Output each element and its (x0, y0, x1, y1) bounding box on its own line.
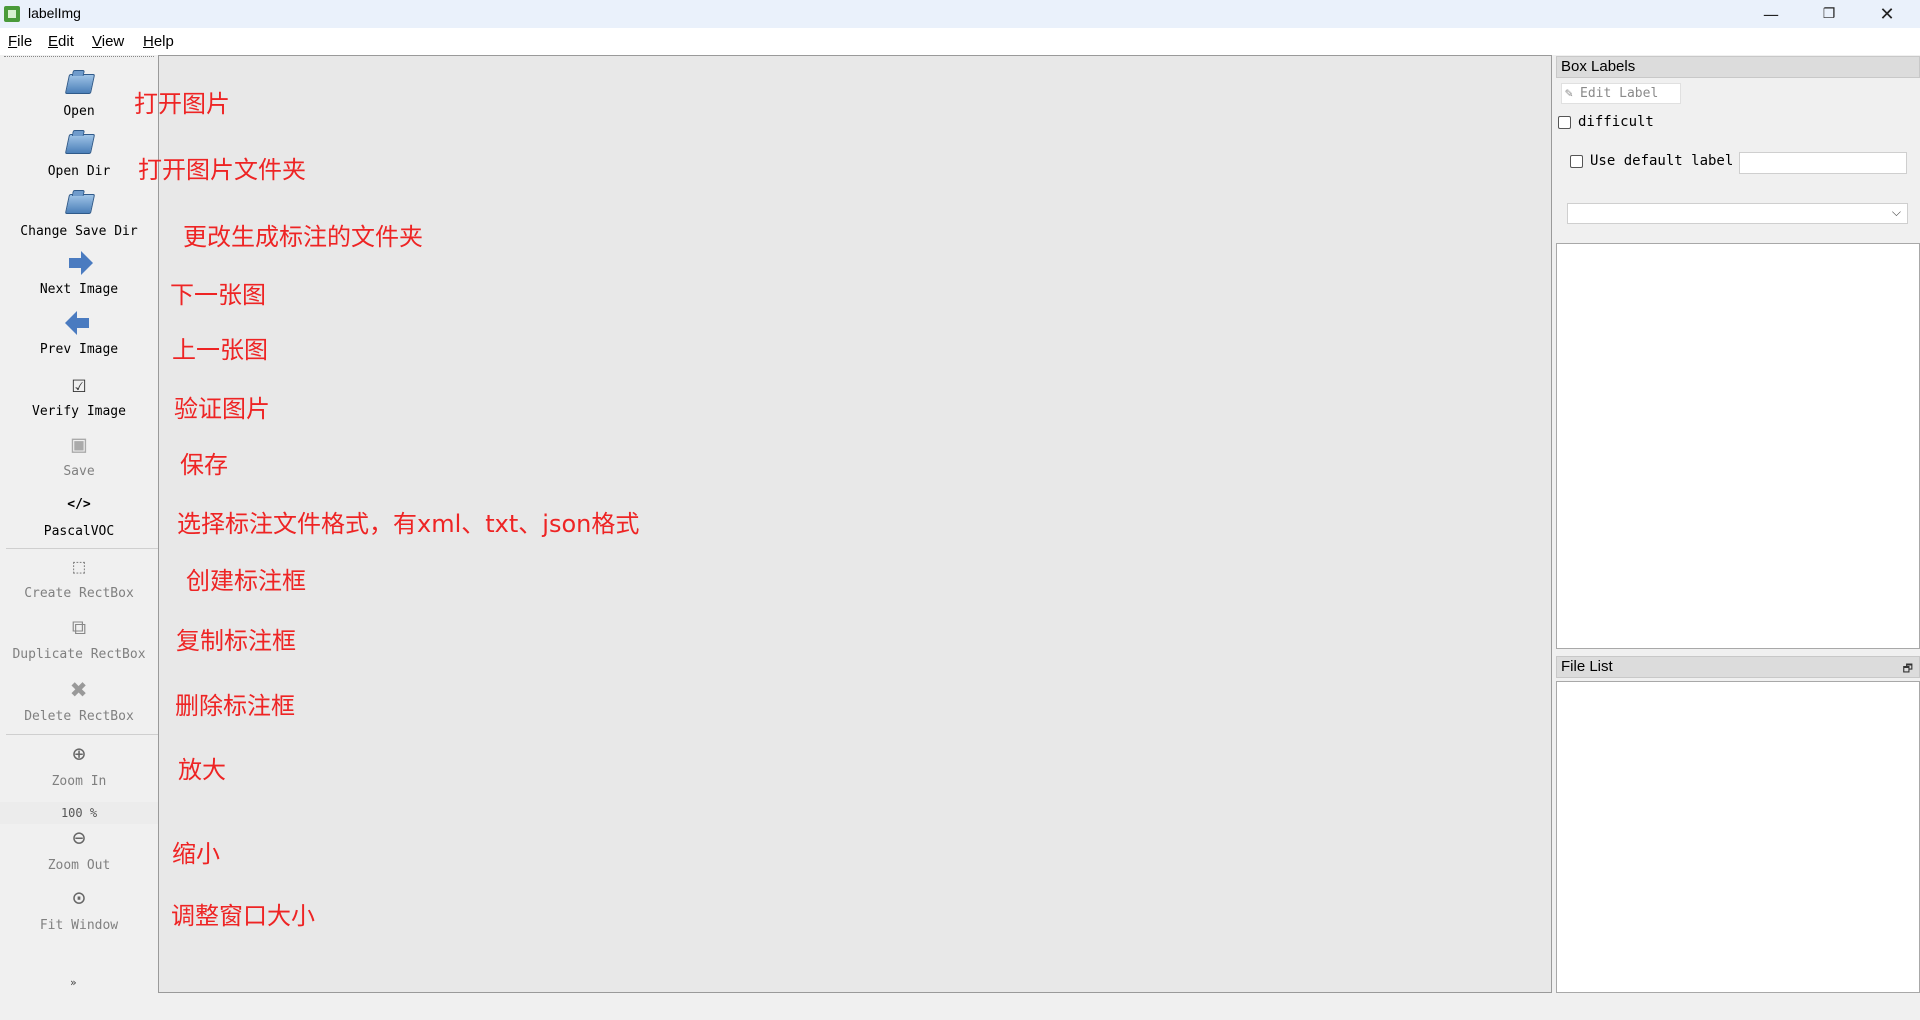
edit-label-button[interactable]: Edit Label (1561, 83, 1681, 104)
annotation-delete-rectbox: 删除标注框 (175, 692, 295, 720)
left-toolbar: Open Open Dir Change Save Dir Next Image… (0, 58, 158, 993)
annotation-zoom-out: 缩小 (172, 840, 220, 868)
prev-image-button[interactable]: Prev Image (0, 306, 158, 357)
toolbar-extension-button[interactable]: » (70, 976, 77, 989)
annotation-format: 选择标注文件格式，有xml、txt、json格式 (177, 510, 640, 538)
zoom-in-button[interactable]: ⊕ Zoom In (0, 738, 158, 790)
checkbox-icon: ☑ (71, 370, 87, 398)
file-list-title[interactable]: File List 🗗 (1556, 656, 1920, 678)
zoom-out-label: Zoom Out (47, 858, 111, 873)
label-list[interactable] (1556, 243, 1920, 649)
change-save-dir-button[interactable]: Change Save Dir (0, 188, 158, 239)
labelimg-app-icon (4, 6, 20, 22)
status-bar (0, 994, 1920, 1020)
maximize-button[interactable]: ❐ (1800, 0, 1858, 28)
file-list[interactable] (1556, 681, 1920, 993)
annotation-duplicate-rectbox: 复制标注框 (176, 627, 296, 655)
code-icon: </> (67, 496, 91, 512)
annotation-fit-window: 调整窗口大小 (171, 902, 315, 930)
delete-rectbox-button[interactable]: ✖ Delete RectBox (0, 672, 158, 725)
fit-window-label: Fit Window (39, 918, 119, 933)
annotation-zoom-in: 放大 (178, 756, 226, 784)
menu-file[interactable]: File (8, 33, 32, 50)
arrow-left-icon (63, 306, 95, 338)
open-folder-icon (63, 188, 96, 220)
zoom-out-button[interactable]: ⊖ Zoom Out (0, 822, 158, 874)
verify-image-button[interactable]: ☑ Verify Image (0, 368, 158, 419)
change-save-dir-label: Change Save Dir (20, 224, 138, 239)
create-rectbox-label: Create RectBox (24, 586, 134, 601)
use-default-label-text: Use default label (1590, 153, 1734, 169)
create-rectbox-button[interactable]: ⬚ Create RectBox (0, 550, 158, 601)
label-combobox[interactable]: ⌵ (1567, 203, 1908, 224)
zoom-out-icon: ⊖ (72, 825, 86, 851)
open-dir-label: Open Dir (47, 164, 111, 179)
format-label: PascalVOC (43, 524, 115, 539)
annotation-open: 打开图片 (134, 90, 230, 118)
next-image-button[interactable]: Next Image (0, 246, 158, 297)
close-button[interactable]: ✕ (1858, 0, 1916, 28)
difficult-checkbox[interactable] (1558, 116, 1571, 129)
next-image-label: Next Image (39, 282, 119, 297)
annotation-open-dir: 打开图片文件夹 (138, 156, 306, 184)
window-title: labelImg (28, 5, 81, 21)
chevron-down-icon: ⌵ (1891, 205, 1901, 219)
zoom-value-spinbox[interactable]: 100 % (0, 802, 158, 824)
annotation-change-save-dir: 更改生成标注的文件夹 (183, 223, 423, 251)
delete-rectbox-label: Delete RectBox (24, 709, 134, 724)
zoom-in-icon: ⊕ (72, 741, 86, 767)
menu-view[interactable]: View (92, 33, 124, 50)
title-bar: labelImg — ❐ ✕ (0, 0, 1920, 28)
box-labels-title[interactable]: Box Labels (1556, 56, 1920, 78)
open-dir-button[interactable]: Open Dir (0, 128, 158, 179)
fit-window-icon: ⊙ (72, 885, 86, 911)
duplicate-rectbox-button[interactable]: ⧉ Duplicate RectBox (0, 611, 158, 662)
save-icon: ▣ (71, 430, 87, 458)
delete-x-icon: ✖ (70, 672, 88, 706)
toolbar-separator (6, 734, 158, 735)
save-label: Save (63, 464, 95, 479)
duplicate-icon: ⧉ (71, 615, 87, 639)
toolbar-separator (6, 548, 158, 549)
duplicate-rectbox-label: Duplicate RectBox (12, 647, 146, 662)
toolbar-grip[interactable] (4, 56, 154, 57)
fit-window-button[interactable]: ⊙ Fit Window (0, 882, 158, 934)
default-label-input[interactable] (1739, 152, 1907, 174)
menu-help[interactable]: Help (143, 33, 174, 50)
file-list-title-text: File List (1561, 658, 1613, 675)
open-folder-icon (63, 68, 96, 100)
annotation-verify-image: 验证图片 (174, 395, 270, 423)
minimize-button[interactable]: — (1742, 0, 1800, 28)
zoom-in-label: Zoom In (51, 774, 107, 789)
open-folder-icon (63, 128, 96, 160)
save-button[interactable]: ▣ Save (0, 428, 158, 479)
arrow-right-icon (63, 246, 95, 278)
menu-edit[interactable]: Edit (48, 33, 74, 50)
float-dock-icon[interactable]: 🗗 (1903, 660, 1913, 679)
verify-image-label: Verify Image (32, 404, 126, 419)
annotation-prev-image: 上一张图 (172, 336, 268, 364)
annotation-save: 保存 (180, 451, 228, 479)
use-default-label-checkbox[interactable] (1570, 155, 1583, 168)
prev-image-label: Prev Image (39, 342, 119, 357)
annotation-next-image: 下一张图 (170, 281, 266, 309)
format-toggle-button[interactable]: </> PascalVOC (0, 488, 158, 540)
difficult-label: difficult (1578, 114, 1654, 130)
annotation-create-rectbox: 创建标注框 (186, 567, 306, 595)
menu-bar: File Edit View Help (0, 28, 1920, 55)
create-rect-icon: ⬚ (72, 554, 86, 578)
